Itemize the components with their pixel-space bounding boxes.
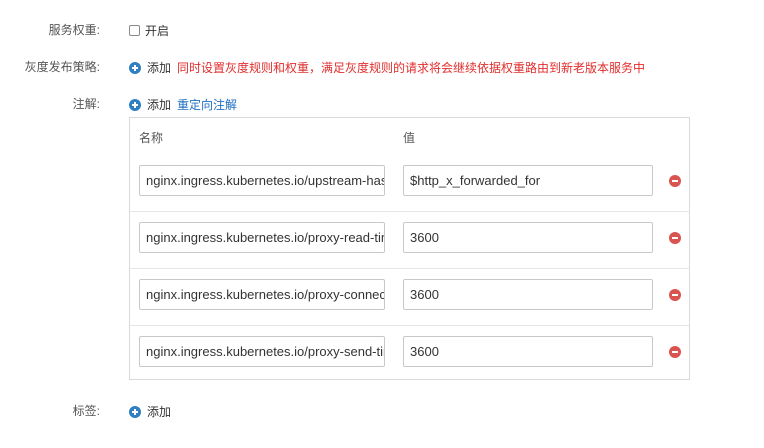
labels-add-button[interactable]: 添加 <box>129 403 171 420</box>
annotation-row: nginx.ingress.kubernetes.io/proxy-connec… <box>130 269 689 326</box>
annotation-value-input[interactable]: 3600 <box>403 279 653 310</box>
labels-label: 标签: <box>72 404 100 418</box>
minus-circle-icon[interactable] <box>669 289 681 301</box>
labels-add-label: 添加 <box>147 405 172 419</box>
annotations-add-button[interactable]: 添加 <box>129 96 171 113</box>
gray-release-add-button[interactable]: 添加 <box>129 59 171 76</box>
plus-circle-icon <box>129 405 141 418</box>
plus-circle-icon <box>129 98 141 111</box>
annotations-panel: 名称 值 nginx.ingress.kubernetes.io/upstrea… <box>129 117 690 380</box>
annotation-value-input[interactable]: $http_x_forwarded_for <box>403 165 653 196</box>
labels-controls: 添加 <box>129 403 171 420</box>
plus-circle-icon <box>129 61 141 74</box>
annotation-row: nginx.ingress.kubernetes.io/upstream-has… <box>130 155 689 212</box>
gray-release-label: 灰度发布策略: <box>24 60 100 74</box>
annotation-row: nginx.ingress.kubernetes.io/proxy-send-t… <box>130 326 689 383</box>
gray-release-hint: 同时设置灰度规则和权重，满足灰度规则的请求将会继续依据权重路由到新老版本服务中 <box>177 61 646 75</box>
annotation-value-input[interactable]: 3600 <box>403 222 653 253</box>
annotation-row: nginx.ingress.kubernetes.io/proxy-read-t… <box>130 212 689 269</box>
minus-circle-icon[interactable] <box>669 175 681 187</box>
gray-release-add-label: 添加 <box>147 61 172 75</box>
service-weight-checkbox[interactable] <box>129 25 140 36</box>
annotations-add-label: 添加 <box>147 98 172 112</box>
annotation-key-input[interactable]: nginx.ingress.kubernetes.io/proxy-connec… <box>139 279 385 310</box>
column-header-name: 名称 <box>139 131 164 145</box>
redirect-annotation-link[interactable]: 重定向注解 <box>177 96 237 113</box>
service-weight-label: 服务权重: <box>48 23 100 37</box>
minus-circle-icon[interactable] <box>669 232 681 244</box>
gray-release-controls: 添加 同时设置灰度规则和权重，满足灰度规则的请求将会继续依据权重路由到新老版本服… <box>129 59 645 76</box>
column-header-value: 值 <box>403 131 416 145</box>
annotation-key-input[interactable]: nginx.ingress.kubernetes.io/proxy-send-t… <box>139 336 385 367</box>
service-weight-checkbox-label: 开启 <box>145 24 170 38</box>
annotation-key-input[interactable]: nginx.ingress.kubernetes.io/upstream-has… <box>139 165 385 196</box>
annotations-label: 注解: <box>72 97 100 111</box>
service-weight-toggle[interactable]: 开启 <box>129 22 169 39</box>
minus-circle-icon[interactable] <box>669 346 681 358</box>
annotations-controls: 添加 重定向注解 <box>129 96 237 113</box>
annotation-value-input[interactable]: 3600 <box>403 336 653 367</box>
annotation-key-input[interactable]: nginx.ingress.kubernetes.io/proxy-read-t… <box>139 222 385 253</box>
